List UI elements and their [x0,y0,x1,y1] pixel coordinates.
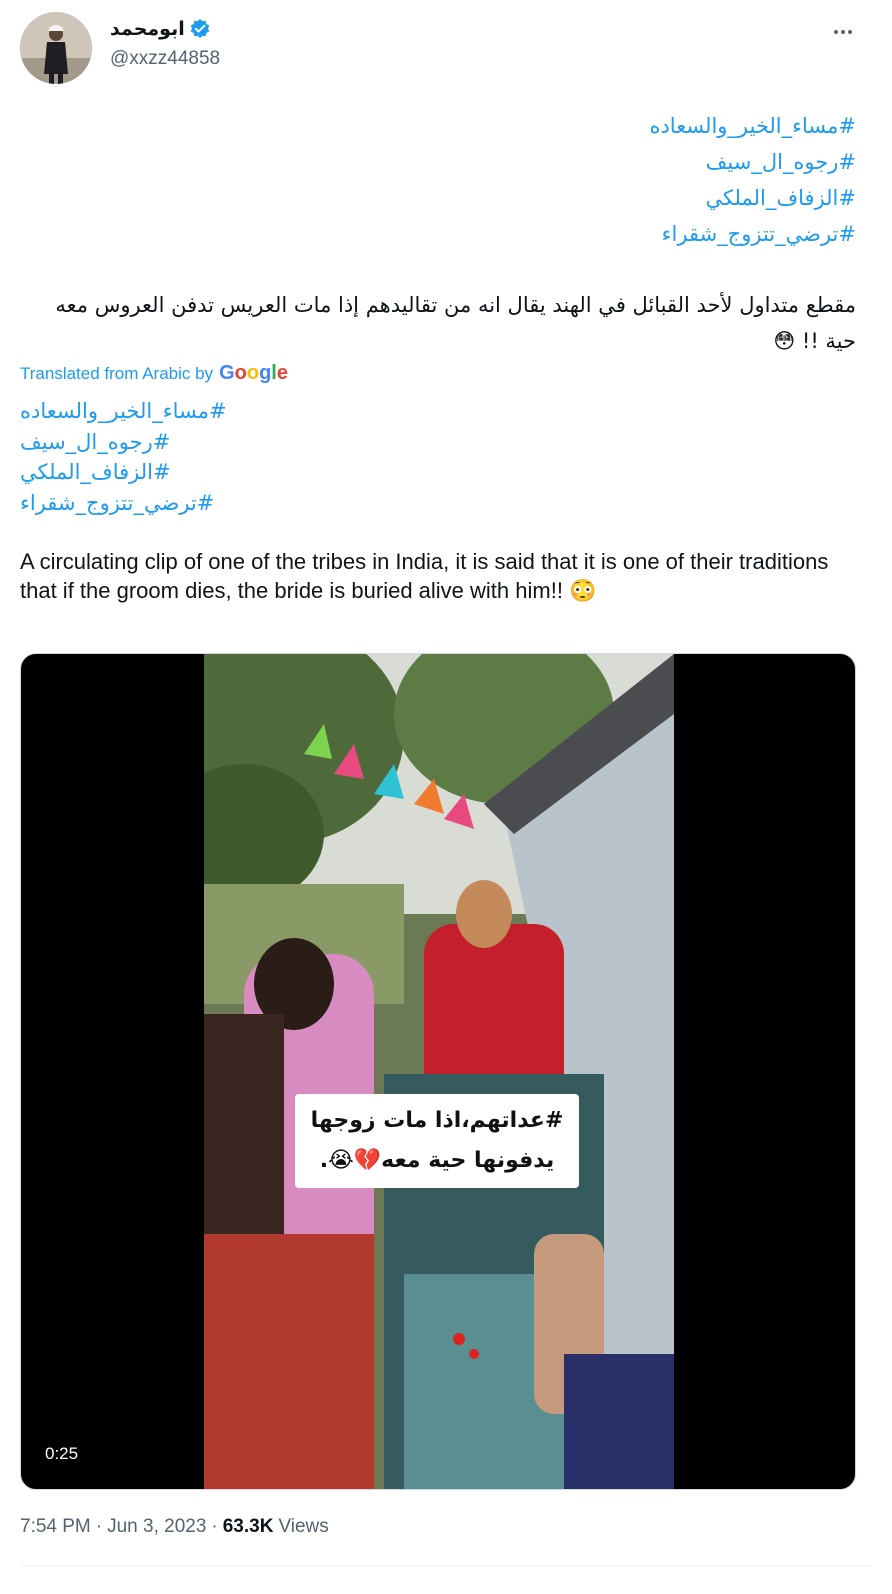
hashtag-link[interactable]: #ترضي_تتزوج_شقراء [16,216,856,252]
tweet: ابومحمد @xxzz44858 #مساء_الخير_والسعاده … [0,0,892,1594]
hashtag-link[interactable]: #مساء_الخير_والسعاده [20,396,227,427]
google-logo: Google [219,362,288,384]
meta-separator: · [211,1516,218,1537]
caption-line: #عداتهم،اذا مات زوجها [310,1108,564,1133]
translated-tweet-text: A circulating clip of one of the tribes … [20,549,829,603]
divider [20,1565,872,1566]
more-dot [848,30,852,34]
hashtag-link[interactable]: #الزفاف_الملكي [16,180,856,216]
original-hashtags: #مساء_الخير_والسعاده #رجوه_ال_سيف #الزفا… [16,108,856,252]
tweet-time[interactable]: 7:54 PM [20,1516,91,1538]
video-duration-badge: 0:25 [35,1441,89,1467]
hashtag-link[interactable]: #ترضي_تتزوج_شقراء [20,488,227,519]
author-name-row[interactable]: ابومحمد [110,18,211,40]
author-display-name[interactable]: ابومحمد [110,18,185,40]
more-options-icon[interactable] [826,18,860,46]
views-label: Views [278,1516,329,1537]
hashtag-link[interactable]: #رجوه_ال_سيف [16,144,856,180]
video-caption-overlay: #عداتهم،اذا مات زوجها يدفونها حية معه💔😭. [295,1094,579,1188]
tweet-metadata: 7:54 PM · Jun 3, 2023 · 63.3K Views [20,1516,329,1538]
author-handle[interactable]: @xxzz44858 [110,48,220,70]
avatar-photo [20,12,92,84]
translation-label: Translated from Arabic by [20,363,214,383]
tweet-date[interactable]: Jun 3, 2023 [107,1516,206,1538]
meta-separator: · [95,1516,103,1537]
hashtag-link[interactable]: #رجوه_ال_سيف [20,427,227,458]
more-dot [834,30,838,34]
hashtag-link[interactable]: #مساء_الخير_والسعاده [16,108,856,144]
more-dot [841,30,845,34]
views-count[interactable]: 63.3K [223,1516,274,1538]
verified-badge-icon[interactable] [189,18,211,40]
video-player[interactable]: #عداتهم،اذا مات زوجها يدفونها حية معه💔😭.… [20,653,856,1490]
video-frame: #عداتهم،اذا مات زوجها يدفونها حية معه💔😭. [204,654,674,1489]
video-thumbnail [204,654,674,1489]
caption-line: يدفونها حية معه💔😭. [319,1148,555,1173]
translated-hashtags: #مساء_الخير_والسعاده #رجوه_ال_سيف #الزفا… [20,396,227,518]
translation-attribution[interactable]: Translated from Arabic by Google [20,362,288,385]
avatar[interactable] [20,12,92,84]
hashtag-link[interactable]: #الزفاف_الملكي [20,457,227,488]
original-tweet-text: مقطع متداول لأحد القبائل في الهند يقال ا… [55,293,856,353]
